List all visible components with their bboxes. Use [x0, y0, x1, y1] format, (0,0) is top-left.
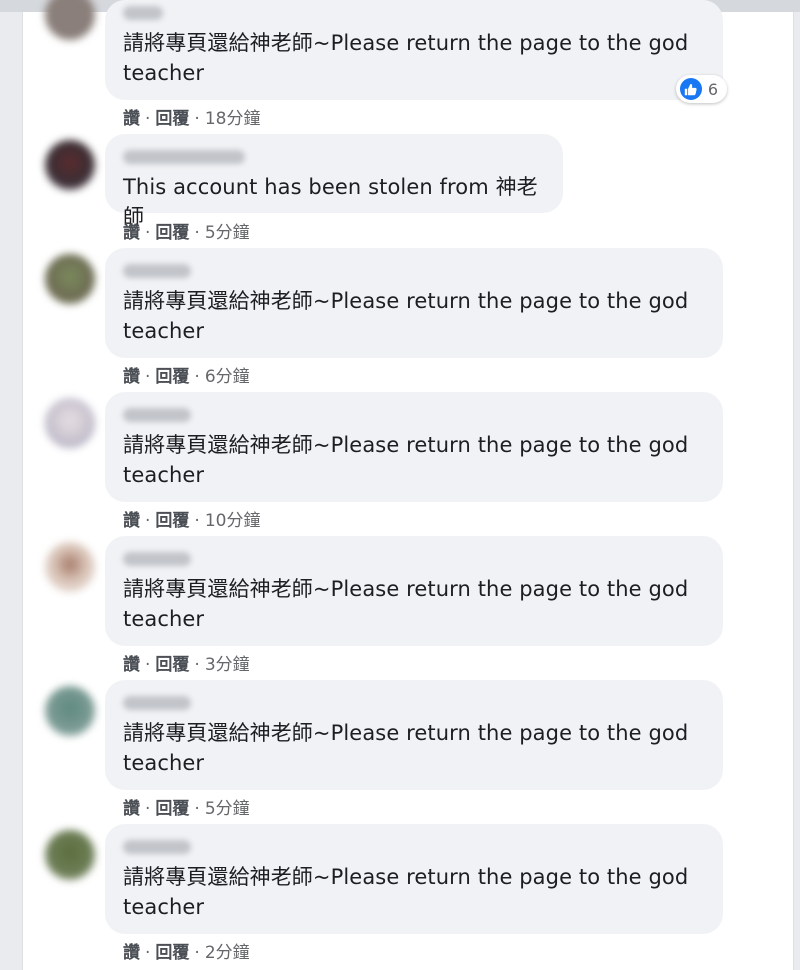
comment-text: 請將專頁還給神老師~Please return the page to the …	[123, 721, 689, 775]
comment-actions: 讚 · 回覆 · 10分鐘	[123, 506, 260, 531]
avatar[interactable]	[45, 140, 95, 190]
separator: ·	[145, 511, 151, 531]
comment-bubble: 請將專頁還給神老師~Please return the page to the …	[105, 0, 727, 103]
commenter-name[interactable]	[123, 840, 191, 854]
timestamp[interactable]: 3分鐘	[205, 655, 250, 675]
avatar[interactable]	[45, 686, 95, 736]
comment-bubble: 請將專頁還給神老師~Please return the page to the …	[105, 392, 723, 502]
avatar[interactable]	[45, 0, 95, 40]
comment-text: 請將專頁還給神老師~Please return the page to the …	[123, 289, 689, 343]
like-button[interactable]: 讚	[123, 511, 140, 531]
separator: ·	[194, 943, 200, 963]
reaction-summary[interactable]: 6	[675, 75, 727, 103]
separator: ·	[145, 223, 151, 243]
reply-button[interactable]: 回覆	[155, 943, 189, 963]
comments-panel: 請將專頁還給神老師~Please return the page to the …	[22, 0, 794, 970]
reply-button[interactable]: 回覆	[155, 511, 189, 531]
separator: ·	[145, 109, 151, 129]
separator: ·	[145, 367, 151, 387]
commenter-name[interactable]	[123, 264, 191, 278]
comment-text: 請將專頁還給神老師~Please return the page to the …	[123, 31, 689, 85]
separator: ·	[194, 511, 200, 531]
reply-button[interactable]: 回覆	[155, 109, 189, 129]
timestamp[interactable]: 10分鐘	[205, 511, 261, 531]
comment-actions: 讚 · 回覆 · 2分鐘	[123, 938, 250, 963]
avatar[interactable]	[45, 542, 95, 592]
comment-bubble: 請將專頁還給神老師~Please return the page to the …	[105, 824, 723, 934]
comment-actions: 讚 · 回覆 · 18分鐘	[123, 104, 260, 129]
separator: ·	[194, 367, 200, 387]
separator: ·	[194, 223, 200, 243]
like-button[interactable]: 讚	[123, 799, 140, 819]
separator: ·	[194, 799, 200, 819]
reply-button[interactable]: 回覆	[155, 223, 189, 243]
comment-actions: 讚 · 回覆 · 6分鐘	[123, 362, 250, 387]
separator: ·	[194, 109, 200, 129]
like-button[interactable]: 讚	[123, 367, 140, 387]
reply-button[interactable]: 回覆	[155, 799, 189, 819]
like-button[interactable]: 讚	[123, 943, 140, 963]
like-button[interactable]: 讚	[123, 109, 140, 129]
comment-bubble: 請將專頁還給神老師~Please return the page to the …	[105, 680, 723, 790]
commenter-name[interactable]	[123, 6, 163, 20]
timestamp[interactable]: 2分鐘	[205, 943, 250, 963]
comment-text: 請將專頁還給神老師~Please return the page to the …	[123, 865, 689, 919]
comment-actions: 讚 · 回覆 · 3分鐘	[123, 650, 250, 675]
reaction-count: 6	[707, 79, 718, 99]
timestamp[interactable]: 5分鐘	[205, 799, 250, 819]
timestamp[interactable]: 18分鐘	[205, 109, 261, 129]
commenter-name[interactable]	[123, 552, 191, 566]
comment-text: 請將專頁還給神老師~Please return the page to the …	[123, 433, 689, 487]
avatar[interactable]	[45, 830, 95, 880]
commenter-name[interactable]	[123, 696, 191, 710]
like-button[interactable]: 讚	[123, 223, 140, 243]
comment-bubble: 請將專頁還給神老師~Please return the page to the …	[105, 536, 723, 646]
separator: ·	[194, 655, 200, 675]
avatar[interactable]	[45, 398, 95, 448]
comment-actions: 讚 · 回覆 · 5分鐘	[123, 794, 250, 819]
timestamp[interactable]: 6分鐘	[205, 367, 250, 387]
reply-button[interactable]: 回覆	[155, 367, 189, 387]
separator: ·	[145, 655, 151, 675]
separator: ·	[145, 943, 151, 963]
thumbs-up-icon	[679, 78, 702, 100]
reply-button[interactable]: 回覆	[155, 655, 189, 675]
like-button[interactable]: 讚	[123, 655, 140, 675]
comment-actions: 讚 · 回覆 · 5分鐘	[123, 218, 250, 243]
comment-bubble: 請將專頁還給神老師~Please return the page to the …	[105, 248, 723, 358]
comment-text: 請將專頁還給神老師~Please return the page to the …	[123, 577, 689, 631]
separator: ·	[145, 799, 151, 819]
timestamp[interactable]: 5分鐘	[205, 223, 250, 243]
commenter-name[interactable]	[123, 150, 245, 164]
avatar[interactable]	[45, 254, 95, 304]
comment-bubble: This account has been stolen from 神老師	[105, 134, 563, 229]
commenter-name[interactable]	[123, 408, 191, 422]
